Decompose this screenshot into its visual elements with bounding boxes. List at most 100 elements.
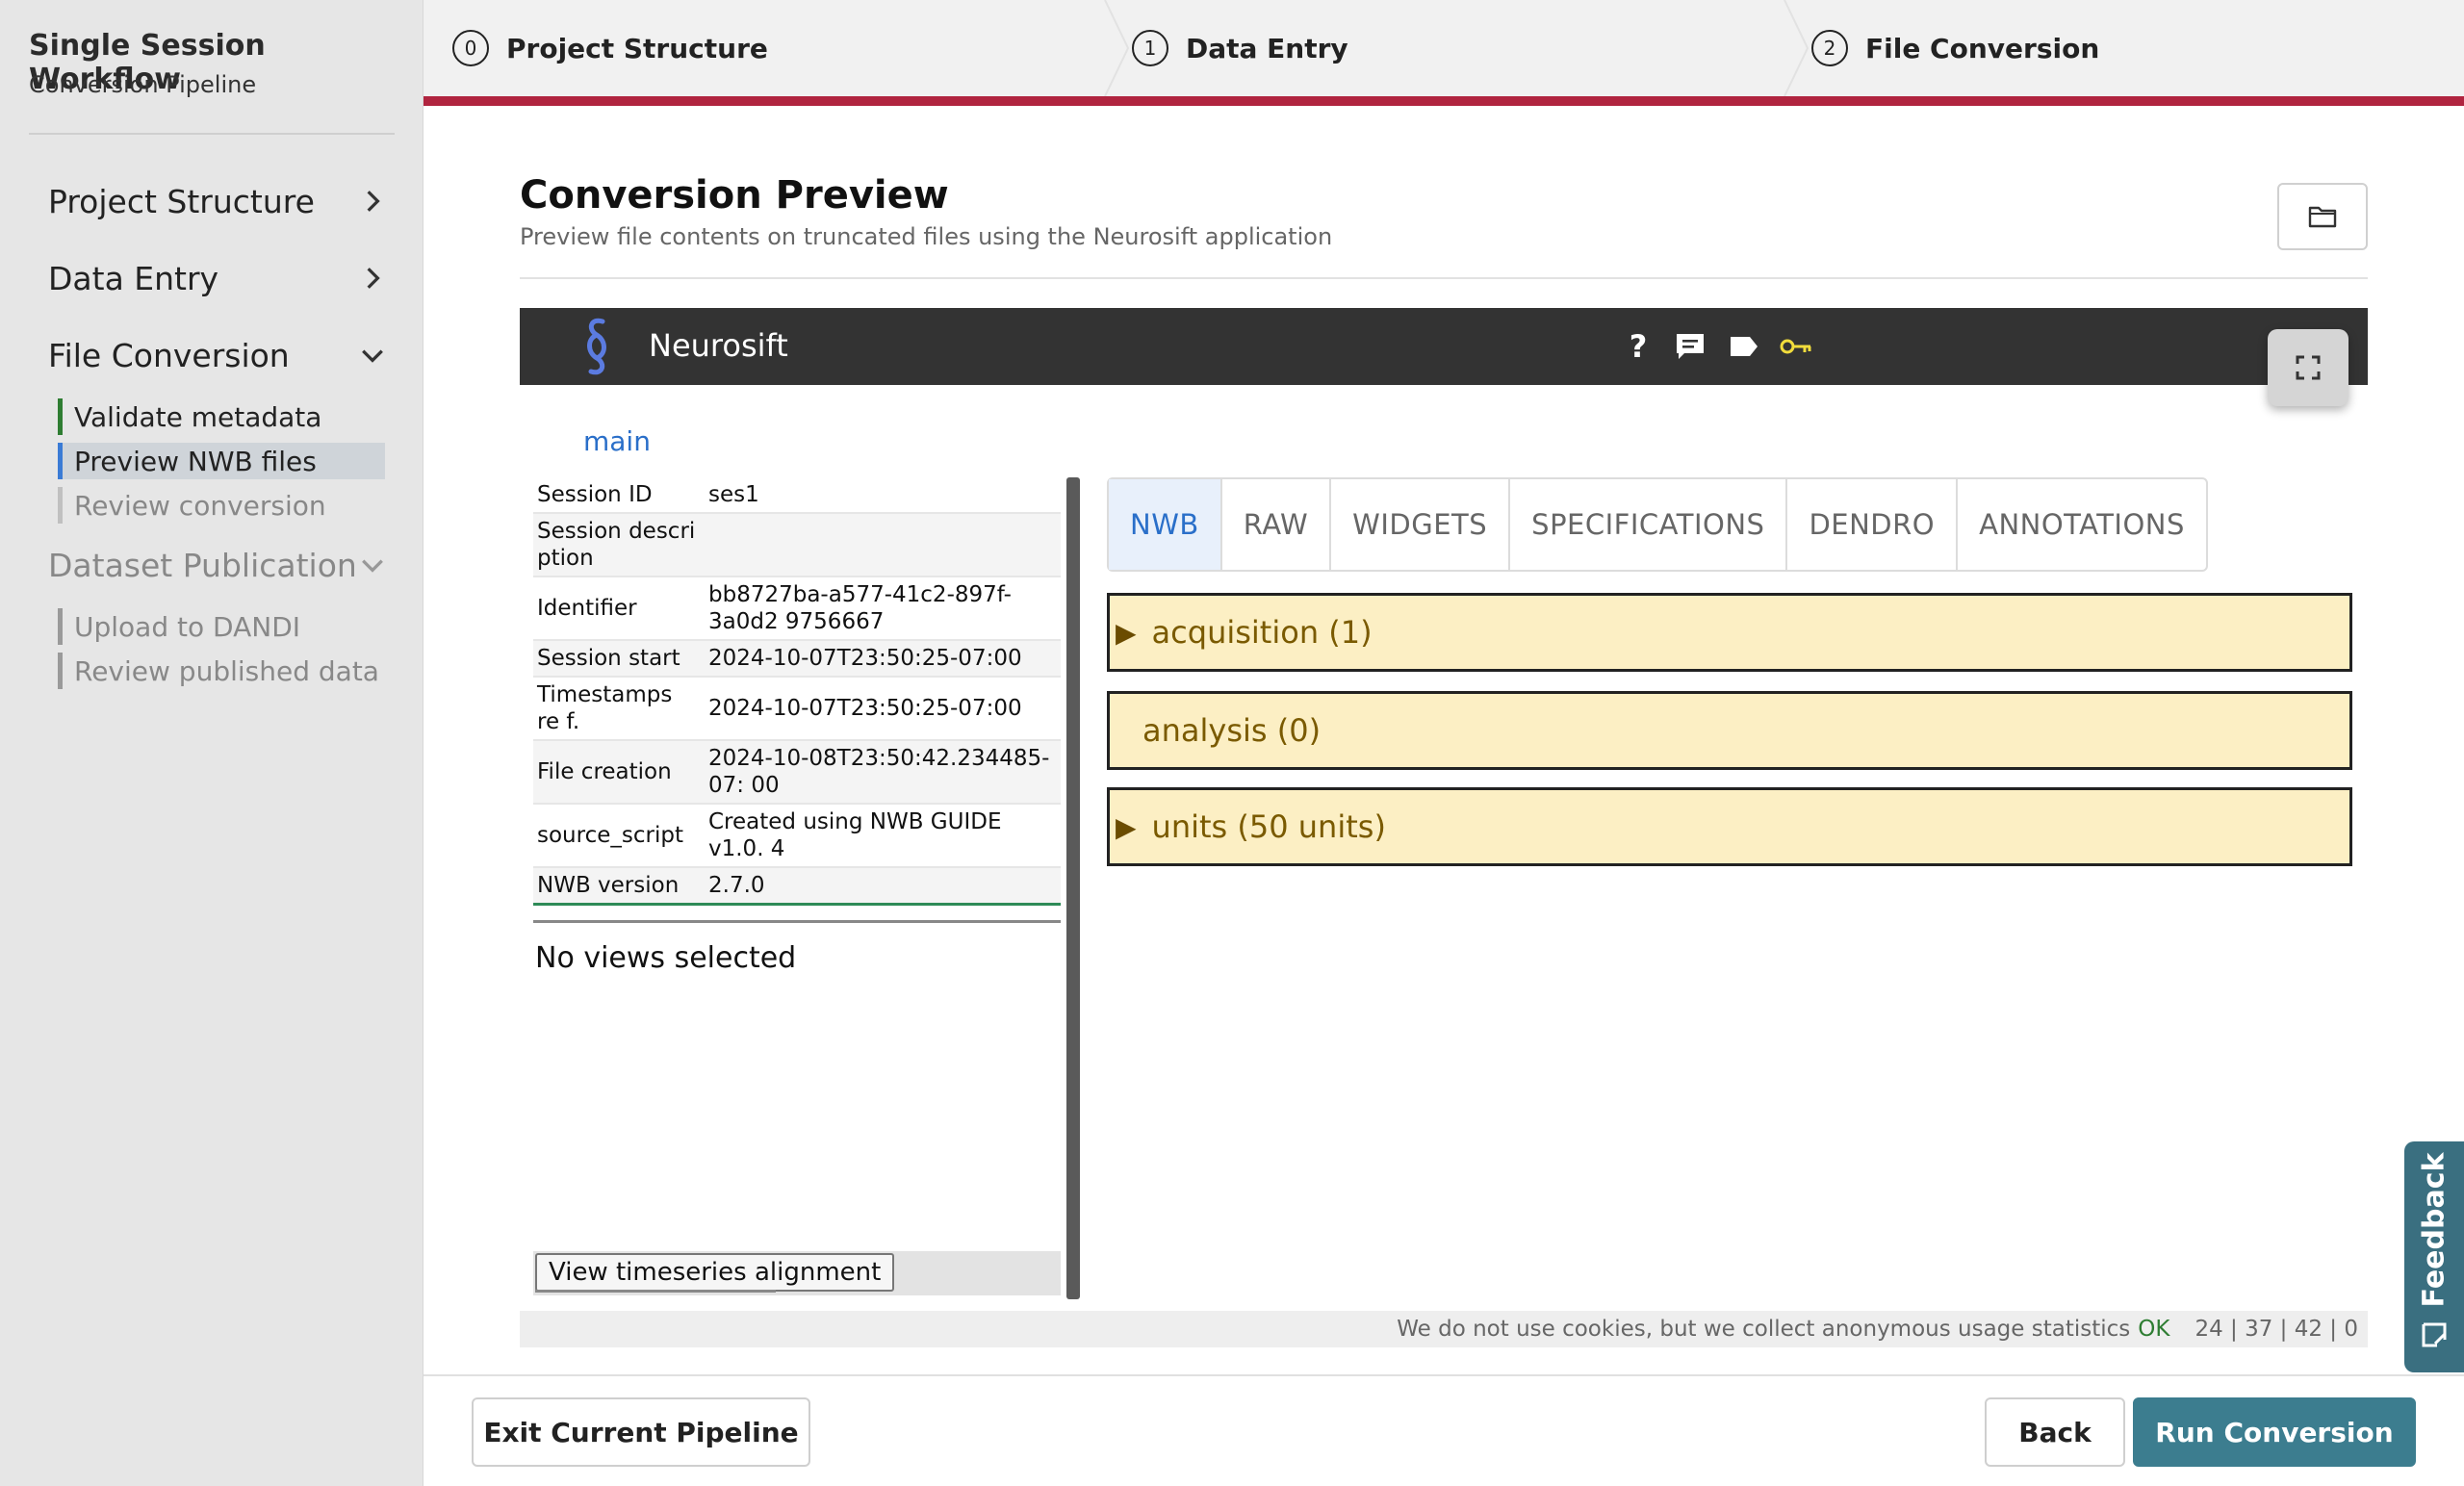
back-button[interactable]: Back [1985,1397,2125,1467]
sidebar-subitem-review-published-data[interactable]: Review published data [58,653,385,689]
sidebar-subitem-validate-metadata[interactable]: Validate metadata [58,398,385,435]
step-number: 0 [452,30,489,66]
metadata-value: 2.7.0 [705,867,1061,906]
tab-annotations[interactable]: ANNOTATIONS [1958,479,2206,570]
step-label: Project Structure [506,32,768,64]
sidebar-item-label: Project Structure [48,182,315,220]
metadata-value: bb8727ba-a577-41c2-897f-3a0d2 9756667 [705,576,1061,641]
sidebar-subitem-label: Validate metadata [74,400,322,433]
tab-nwb[interactable]: NWB [1109,479,1222,570]
cookie-ok-link[interactable]: OK [2138,1317,2169,1342]
no-views-message: No views selected [535,941,797,975]
header-divider [520,277,2368,279]
group-analysis[interactable]: analysis (0) [1107,691,2352,770]
group-units[interactable]: ▶ units (50 units) [1107,787,2352,866]
step-label: Data Entry [1186,32,1348,64]
sidebar-item-file-conversion[interactable]: File Conversion [48,331,385,379]
table-row: Session ID ses1 [533,477,1061,514]
sidebar-item-dataset-publication[interactable]: Dataset Publication [48,541,385,589]
fullscreen-button[interactable] [2268,329,2348,406]
table-row: Session descri ption [533,513,1061,577]
metadata-divider [533,920,1061,923]
chevron-down-icon [362,559,383,573]
group-label: analysis (0) [1142,712,1322,749]
run-conversion-button[interactable]: Run Conversion [2133,1397,2416,1467]
step-label: File Conversion [1865,32,2100,64]
sidebar-subitem-review-conversion[interactable]: Review conversion [58,487,385,524]
table-row: NWB version 2.7.0 [533,867,1061,906]
progress-stepper: 0 Project Structure 1 Data Entry 2 File … [424,0,2464,96]
exit-pipeline-button[interactable]: Exit Current Pipeline [472,1397,810,1467]
sidebar-item-project-structure[interactable]: Project Structure [48,177,385,225]
metadata-value: ses1 [705,477,1061,514]
stepper-progress-bar [424,96,2464,106]
help-icon[interactable]: ? [1619,327,1657,366]
panel-scrollbar[interactable] [1066,477,1080,1299]
footer-divider [424,1374,2464,1376]
sidebar: Single Session Workflow Conversion Pipel… [0,0,424,1486]
step-number: 2 [1811,30,1848,66]
sidebar-subtitle: Conversion Pipeline [29,71,257,98]
table-row: Timestamps re f. 2024-10-07T23:50:25-07:0… [533,677,1061,741]
cookie-notice: We do not use cookies, but we collect an… [520,1311,2368,1347]
table-row: Identifier bb8727ba-a577-41c2-897f-3a0d2 … [533,576,1061,641]
group-label: acquisition (1) [1151,614,1373,651]
metadata-key: Timestamps re f. [533,677,705,741]
sidebar-subitem-preview-nwb-files[interactable]: Preview NWB files [58,443,385,479]
fullscreen-icon [2296,355,2321,380]
step-file-conversion[interactable]: 2 File Conversion [1811,0,2099,96]
metadata-key: Session descri ption [533,513,705,577]
page-subtitle: Preview file contents on truncated files… [520,223,1333,250]
step-data-entry[interactable]: 1 Data Entry [1132,0,1348,96]
expand-triangle-icon: ▶ [1116,616,1137,649]
tab-raw[interactable]: RAW [1222,479,1332,570]
metadata-value: 2024-10-07T23:50:25-07:00 [705,640,1061,678]
sidebar-subitem-label: Upload to DANDI [74,610,301,643]
metadata-value [705,513,1061,577]
sidebar-item-label: File Conversion [48,336,290,374]
chat-icon[interactable] [1671,327,1709,366]
tab-widgets[interactable]: WIDGETS [1331,479,1511,570]
open-folder-button[interactable] [2277,183,2368,250]
neurosift-tabs: NWB RAW WIDGETS SPECIFICATIONS DENDRO AN… [1107,477,2208,572]
sidebar-item-data-entry[interactable]: Data Entry [48,254,385,302]
sidebar-subitem-label: Review published data [74,654,379,687]
feedback-icon [2422,1322,2447,1347]
step-separator-icon [1784,0,1810,96]
metadata-key: Session ID [533,477,705,514]
tag-icon[interactable] [1725,327,1763,366]
table-row: Session start 2024-10-07T23:50:25-07:00 [533,640,1061,678]
neurosift-app-name: Neurosift [649,327,788,364]
group-label: units (50 units) [1151,808,1386,845]
metadata-key: Identifier [533,576,705,641]
tab-dendro[interactable]: DENDRO [1787,479,1959,570]
feedback-label: Feedback [2417,1152,2451,1308]
chevron-down-icon [362,349,383,363]
tab-specifications[interactable]: SPECIFICATIONS [1510,479,1788,570]
breadcrumb[interactable]: main [583,425,651,457]
sidebar-subitem-label: Preview NWB files [74,445,317,477]
neurosift-toolbar: Neurosift ? [520,308,2368,385]
view-timeseries-alignment-button[interactable]: View timeseries alignment [535,1253,895,1292]
step-number: 1 [1132,30,1168,66]
metadata-key: source_script [533,804,705,868]
chevron-right-icon [367,191,380,212]
sidebar-item-label: Dataset Publication [48,546,357,584]
sidebar-divider [29,133,395,135]
timeseries-divider [535,1290,776,1293]
usage-stats: 24 | 37 | 42 | 0 [2194,1317,2358,1342]
table-row: source_script Created using NWB GUIDE v1.… [533,804,1061,868]
metadata-value: 2024-10-08T23:50:42.234485-07: 00 [705,740,1061,805]
sidebar-subitem-label: Review conversion [74,489,326,522]
neurosift-logo [587,318,606,375]
metadata-panel: Session ID ses1 Session descri ption Iden… [533,477,1061,1299]
table-row: File creation 2024-10-08T23:50:42.234485-… [533,740,1061,805]
group-acquisition[interactable]: ▶ acquisition (1) [1107,593,2352,672]
key-icon[interactable] [1777,327,1815,366]
feedback-tab[interactable]: Feedback [2404,1141,2464,1372]
step-project-structure[interactable]: 0 Project Structure [452,0,768,96]
metadata-table: Session ID ses1 Session descri ption Iden… [533,477,1061,906]
page-title: Conversion Preview [520,173,949,218]
metadata-value: Created using NWB GUIDE v1.0. 4 [705,804,1061,868]
sidebar-subitem-upload-to-dandi[interactable]: Upload to DANDI [58,608,385,645]
